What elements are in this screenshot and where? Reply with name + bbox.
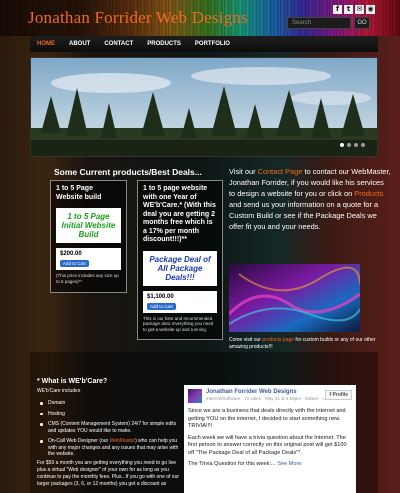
fb-page-name[interactable]: Jonathan Forrider Web Designs — [206, 389, 326, 395]
fb-paragraph: The Trivia Question for this week:... Se… — [188, 461, 352, 469]
fb-post-body: Since we are a business that deals direc… — [188, 408, 352, 469]
slider-dot[interactable] — [361, 143, 365, 147]
nav-products[interactable]: PRODUCTS — [140, 36, 188, 52]
list-item: Hosting — [40, 411, 180, 418]
package-image[interactable]: 1 to 5 Page Initial Website Build — [56, 208, 121, 243]
slider-dot[interactable] — [354, 143, 358, 147]
list-item: Domain — [40, 400, 180, 407]
products-link[interactable]: Products — [354, 189, 383, 198]
site-title[interactable]: Jonathan Forrider Web Designs — [28, 8, 248, 28]
rss-icon[interactable]: ◉ — [366, 5, 375, 14]
fb-paragraph: Each week we will have a trivia question… — [188, 434, 347, 456]
fb-profile-label: Profile — [332, 392, 348, 398]
wecare-list: Domain Hosting CMS (Content Management S… — [40, 400, 180, 462]
list-item: CMS (Content Management System) 24/7 for… — [40, 421, 180, 434]
facebook-icon[interactable]: f — [333, 5, 342, 14]
social-icons: f t ✉ ◉ — [333, 5, 375, 14]
see-more-link[interactable]: See More — [277, 461, 301, 467]
wecare-subtitle: WE'b'Care includes — [37, 388, 81, 394]
deal-heading: 1 to 5 page website with one Year of WE'… — [143, 185, 216, 243]
visit-paragraph: Come visit our products page for custom … — [229, 337, 379, 351]
slider-dot[interactable] — [340, 143, 344, 147]
forest-image — [31, 58, 377, 156]
fb-text: The Trivia Question for this week:... — [188, 461, 276, 467]
deal-card-2: 1 to 5 page website with one Year of WE'… — [137, 180, 223, 340]
hero-slider[interactable] — [30, 57, 378, 157]
fractal-image — [229, 264, 360, 332]
deal-note: (This price includes any size up to 5 pa… — [56, 273, 119, 284]
twitter-icon[interactable]: t — [344, 5, 353, 14]
deal-card-1: 1 to 5 Page Website build 1 to 5 Page In… — [50, 180, 127, 293]
products-page-link[interactable]: products page — [262, 337, 294, 343]
add-to-cart-button[interactable]: Add to Cart — [60, 260, 89, 267]
add-to-cart-button[interactable]: Add to Cart — [147, 302, 176, 310]
wecare-title: * What is WE'b'Care? — [37, 378, 108, 385]
contact-text: and send us your information on a quote … — [229, 200, 379, 231]
contact-page-link[interactable]: Contact Page — [258, 167, 303, 176]
price: $1,100.00 — [147, 293, 174, 300]
contact-paragraph: Visit our Contact Page to contact our We… — [229, 166, 392, 232]
deal-note: This is our best and recommended package… — [143, 315, 214, 332]
deal-heading: 1 to 5 Page Website build — [56, 185, 102, 201]
webmaster-link[interactable]: WebMaster — [110, 438, 135, 444]
price-box: $1,100.00 Add to Cart — [143, 290, 217, 313]
nav-about[interactable]: ABOUT — [62, 36, 97, 52]
contact-text: Visit our — [229, 167, 258, 176]
wecare-footer: For $50 a month you are getting everythi… — [37, 460, 180, 487]
list-text: On-Call Web Designer (our — [48, 438, 110, 444]
email-icon[interactable]: ✉ — [355, 5, 364, 14]
price: $200.00 — [60, 251, 82, 257]
price-box: $200.00 Add to Cart — [56, 248, 121, 270]
list-item: On-Call Web Designer (our WebMaster) who… — [40, 438, 180, 458]
fb-profile-button[interactable]: f Profile — [325, 390, 352, 400]
fb-meta: Internet/Software · 72 Likes · May 31 at… — [206, 396, 326, 401]
main-nav: HOME ABOUT CONTACT PRODUCTS PORTFOLIO — [30, 36, 378, 52]
deals-heading: Some Current products/Best Deals... — [54, 167, 202, 177]
search-input[interactable]: Search — [287, 17, 351, 29]
nav-portfolio[interactable]: PORTFOLIO — [188, 36, 237, 52]
fb-paragraph: Since we are a business that deals direc… — [188, 408, 346, 429]
avatar[interactable] — [188, 389, 202, 403]
search-go-button[interactable]: GO — [354, 17, 370, 29]
slider-dot[interactable] — [347, 143, 351, 147]
nav-contact[interactable]: CONTACT — [97, 36, 140, 52]
nav-home[interactable]: HOME — [30, 36, 62, 52]
slider-dots — [340, 143, 365, 147]
facebook-post-embed: Jonathan Forrider Web Designs Internet/S… — [184, 385, 356, 493]
visit-text: Come visit our — [229, 337, 263, 343]
package-image[interactable]: Package Deal of All Package Deals!!! — [143, 250, 217, 286]
